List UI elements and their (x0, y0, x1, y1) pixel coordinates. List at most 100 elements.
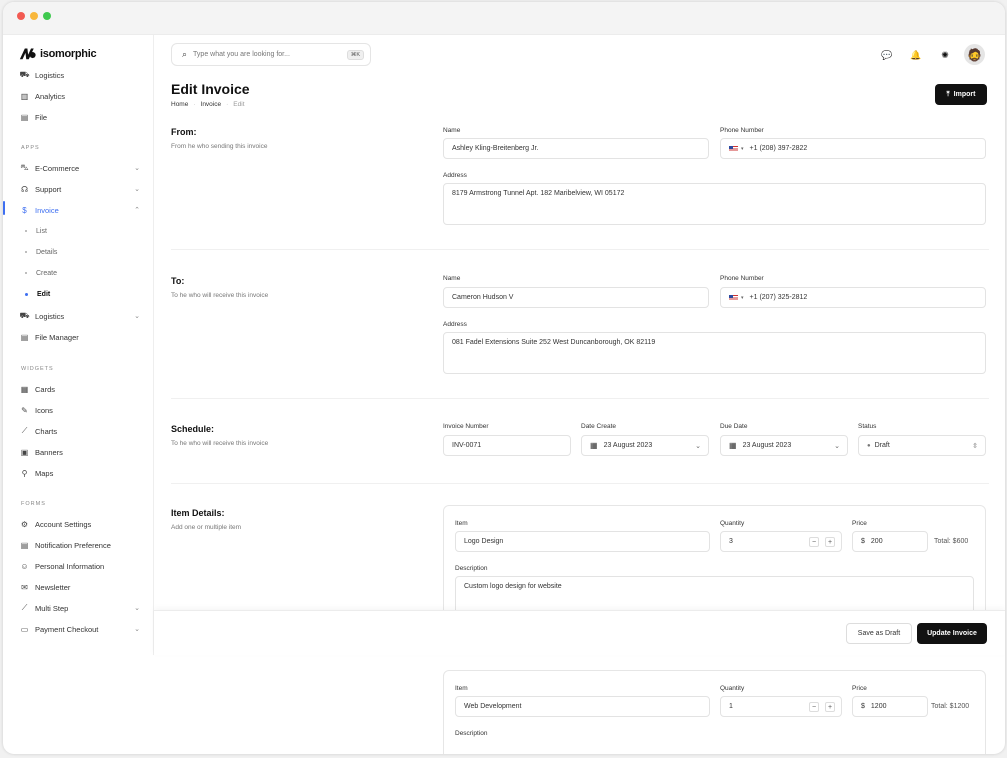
sidebar-subitem-edit[interactable]: Edit (25, 288, 50, 300)
date-create-picker[interactable]: ▦ 23 August 2023 ⌄ (581, 435, 709, 456)
window-titlebar (3, 2, 1005, 35)
headset-icon: ☊ (20, 184, 29, 194)
sidebar-item-account-settings[interactable]: ⚙ Account Settings (20, 517, 140, 531)
sidebar-subitem-details[interactable]: Details (25, 246, 57, 258)
due-date-label: Due Date (720, 423, 748, 430)
settings-gear-icon[interactable]: ✺ (938, 48, 952, 62)
sidebar-item-label: Notification Preference (35, 540, 111, 550)
from-phone-field[interactable]: ▾ +1 (208) 397-2822 (720, 138, 986, 159)
sidebar-item-payment-checkout[interactable]: ▭ Payment Checkout ⌄ (20, 622, 140, 636)
section-divider (171, 398, 989, 399)
quantity-value: 3 (729, 538, 733, 545)
chevron-down-icon: ⌄ (134, 165, 140, 172)
sidebar-item-charts[interactable]: ⟋ Charts (20, 424, 140, 438)
banner-icon: ▣ (20, 447, 29, 457)
to-section-title: To: (171, 276, 185, 286)
sidebar-item-newsletter[interactable]: ✉ Newsletter (20, 580, 140, 594)
subitem-label: Create (36, 269, 58, 277)
breadcrumb-invoice[interactable]: Invoice (201, 101, 222, 108)
section-label-apps: APPS (21, 145, 40, 151)
sidebar-item-label: File (35, 112, 48, 122)
cart-icon: ⛍ (20, 163, 29, 172)
item-label: Item (455, 685, 468, 692)
items-section-title: Item Details: (171, 508, 225, 518)
increment-button[interactable]: + (825, 537, 835, 547)
sidebar-item-personal-information[interactable]: ☺ Personal Information (20, 559, 140, 573)
from-address-field[interactable]: 8179 Armstrong Tunnel Apt. 182 Maribelvi… (443, 183, 986, 225)
file-icon: ▤ (20, 332, 29, 342)
date-value: 23 August 2023 (603, 442, 653, 449)
sidebar-item-file-manager[interactable]: ▤ File Manager (20, 330, 140, 344)
minimize-window-button[interactable] (30, 12, 38, 20)
sidebar-item-invoice[interactable]: $ Invoice ⌃ (20, 203, 140, 217)
sidebar-item-icons[interactable]: ✎ Icons (20, 403, 140, 417)
increment-button[interactable]: + (825, 702, 835, 712)
sidebar-item-file[interactable]: ▤ File (20, 110, 140, 124)
subitem-label: Edit (37, 290, 51, 298)
active-indicator (3, 201, 5, 215)
sidebar-subitem-list[interactable]: List (25, 225, 47, 237)
to-name-field[interactable]: Cameron Hudson V (443, 287, 709, 308)
mail-icon: ✉ (21, 582, 28, 592)
price-label: Price (852, 520, 867, 527)
upload-icon: ⤒ (946, 90, 950, 98)
from-name-field[interactable]: Ashley Kling-Breitenberg Jr. (443, 138, 709, 159)
item-total: Total: $1200 (931, 703, 970, 710)
sidebar-item-notification-preference[interactable]: ▤ Notification Preference (20, 538, 140, 552)
chevron-down-icon: ⌄ (134, 186, 140, 193)
status-select[interactable]: ● Draft ⇳ (858, 435, 986, 456)
search-bar[interactable]: ⌕ Type what you are looking for... ⌘K (171, 43, 371, 66)
notification-bell-icon[interactable]: 🔔 (909, 48, 923, 62)
to-phone-field[interactable]: ▾ +1 (207) 325-2812 (720, 287, 986, 308)
brand-logo[interactable]: 𝑵● isomorphic (20, 46, 97, 62)
schedule-section-title: Schedule: (171, 424, 215, 434)
sidebar-item-label: Payment Checkout (35, 624, 99, 634)
to-phone-label: Phone Number (720, 275, 764, 282)
from-name-label: Name (443, 127, 461, 134)
chevron-down-icon: ⌄ (134, 626, 140, 633)
messages-icon[interactable]: 💬 (880, 48, 894, 62)
sidebar-item-logistics[interactable]: ⛟ Logistics ⌄ (19, 309, 140, 323)
update-invoice-button[interactable]: Update Invoice (917, 623, 987, 644)
price-field[interactable]: $200 (852, 531, 928, 552)
sidebar-item-label: Logistics (35, 70, 65, 80)
maximize-window-button[interactable] (43, 12, 51, 20)
sidebar-item-ecommerce[interactable]: ⛍ E-Commerce ⌄ (20, 161, 140, 175)
decrement-button[interactable]: − (809, 537, 819, 547)
sidebar-item-support[interactable]: ☊ Support ⌄ (20, 182, 140, 196)
sidebar-item-banners[interactable]: ▣ Banners (20, 445, 140, 459)
map-icon: ⚲ (21, 468, 28, 478)
bell-doc-icon: ▤ (20, 540, 29, 550)
sidebar-item-cards[interactable]: ▦ Cards (20, 382, 140, 396)
save-draft-button[interactable]: Save as Draft (846, 623, 912, 644)
breadcrumb-current: Edit (233, 101, 245, 108)
sidebar-item-label: Cards (35, 384, 56, 394)
from-address-label: Address (443, 172, 467, 179)
user-avatar[interactable]: 🧔 (964, 44, 985, 65)
sidebar-item-label: Newsletter (35, 582, 71, 592)
import-button[interactable]: ⤒ Import (935, 84, 987, 105)
item-card: Item Web Development Quantity 1 − + Pric… (443, 670, 986, 754)
invoice-number-field[interactable]: INV-0071 (443, 435, 571, 456)
section-label-forms: FORMS (21, 501, 46, 507)
sidebar-item-maps[interactable]: ⚲ Maps (20, 466, 140, 480)
sidebar-item-analytics[interactable]: ▥ Analytics (20, 89, 140, 103)
search-input[interactable]: Type what you are looking for... (193, 51, 290, 58)
due-date-picker[interactable]: ▦ 23 August 2023 ⌄ (720, 435, 848, 456)
sidebar-item-label: Personal Information (35, 561, 105, 571)
quantity-stepper[interactable]: 3 − + (720, 531, 842, 552)
close-window-button[interactable] (17, 12, 25, 20)
to-address-field[interactable]: 081 Fadel Extensions Suite 252 West Dunc… (443, 332, 986, 374)
item-name-field[interactable]: Web Development (455, 696, 710, 717)
sidebar-item-label: Charts (35, 426, 58, 436)
sidebar-item-multi-step[interactable]: ⟋ Multi Step ⌄ (20, 601, 140, 615)
price-field[interactable]: $1200 (852, 696, 928, 717)
decrement-button[interactable]: − (809, 702, 819, 712)
sidebar-subitem-create[interactable]: Create (25, 267, 57, 279)
quantity-stepper[interactable]: 1 − + (720, 696, 842, 717)
sidebar-item-logistics-top[interactable]: ⛟ Logistics (19, 68, 140, 82)
item-name-field[interactable]: Logo Design (455, 531, 710, 552)
breadcrumb-home[interactable]: Home (171, 101, 188, 108)
from-phone-label: Phone Number (720, 127, 764, 134)
chevron-down-icon: ▾ (741, 294, 744, 301)
